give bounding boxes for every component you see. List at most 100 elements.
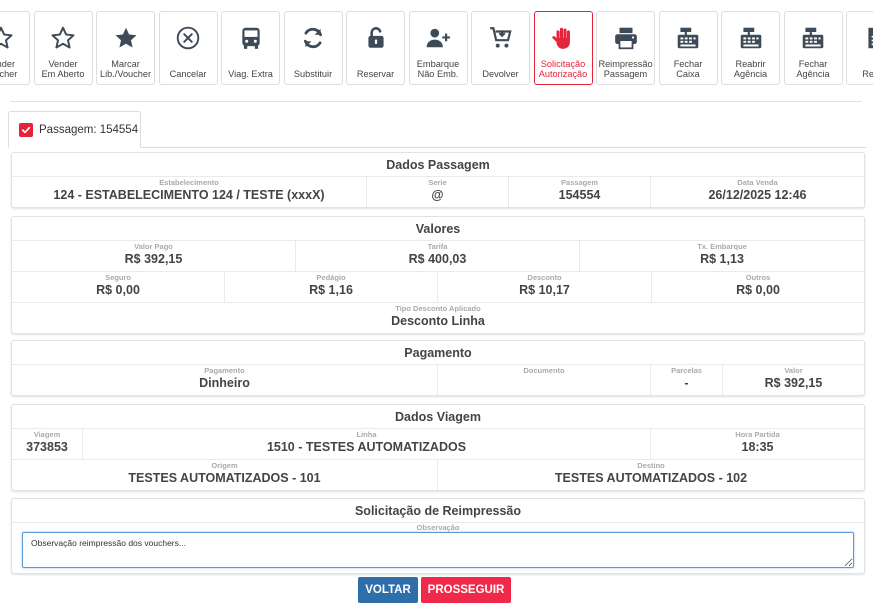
cart-return-icon xyxy=(488,24,514,52)
valor-value: R$ 392,15 xyxy=(764,376,823,390)
fechar-agencia-label: Fechar Agência xyxy=(796,59,830,79)
data-venda-caption: Data Venda xyxy=(737,178,778,187)
estabelecimento-field: Estabelecimento 124 - ESTABELECIMENTO 12… xyxy=(12,177,367,207)
vender-voucher-label: Vender Voucher xyxy=(0,59,18,79)
valores-row-1: Valor Pago R$ 392,15 Tarifa R$ 400,03 Tx… xyxy=(12,241,864,272)
reimpressao-passagem-label: Reimpressão Passagem xyxy=(598,59,653,79)
solicitacao-autorizacao-button[interactable]: Solicitação Autorização xyxy=(533,11,593,85)
substituir-button[interactable]: Substituir xyxy=(283,11,343,85)
outros-caption: Outros xyxy=(745,273,771,282)
reimpressao-title: Solicitação de Reimpressão xyxy=(12,499,864,523)
viagem-caption: Viagem xyxy=(33,430,61,439)
viagem-field: Viagem 373853 xyxy=(12,429,83,459)
valor-pago-value: R$ 392,15 xyxy=(124,252,183,266)
passagem-value: 154554 xyxy=(558,188,601,202)
tipo-desconto-field: Tipo Desconto Aplicado Desconto Linha xyxy=(12,303,864,333)
bus-icon xyxy=(238,24,264,52)
pedagio-value: R$ 1,16 xyxy=(309,283,353,297)
action-toolbar: Vender Voucher Vender Em Aberto Marcar L… xyxy=(0,11,873,85)
valores-row-2: Seguro R$ 0,00 Pedágio R$ 1,16 Desconto … xyxy=(12,272,864,303)
toolbar-divider xyxy=(10,101,862,102)
tab-bar: Passagem: 154554 xyxy=(8,111,866,148)
cash-register-icon xyxy=(738,24,764,52)
hora-partida-caption: Hora Partida xyxy=(735,430,780,439)
parcelas-value: - xyxy=(684,376,689,390)
reabrir-agencia-label: Reabrir Agência xyxy=(733,59,768,79)
dados-viagem-panel: Dados Viagem Viagem 373853 Linha 1510 - … xyxy=(11,404,865,491)
pagamento-title: Pagamento xyxy=(12,341,864,365)
valor-field: Valor R$ 392,15 xyxy=(723,365,864,395)
voltar-button[interactable]: VOLTAR xyxy=(358,577,418,603)
valor-pago-caption: Valor Pago xyxy=(134,242,173,251)
destino-value: TESTES AUTOMATIZADOS - 102 xyxy=(554,471,748,485)
reimpressao-passagem-button[interactable]: Reimpressão Passagem xyxy=(596,11,655,85)
observacao-field: Observação Observação reimpressão dos vo… xyxy=(12,523,864,573)
desconto-caption: Desconto xyxy=(527,273,562,282)
vender-voucher-button[interactable]: Vender Voucher xyxy=(0,11,30,85)
embarque-nao-emb-button[interactable]: Embarque Não Emb. xyxy=(408,11,468,85)
seguro-value: R$ 0,00 xyxy=(96,283,140,297)
estabelecimento-value: 124 - ESTABELECIMENTO 124 / TESTE (xxxX) xyxy=(53,188,325,202)
devolver-label: Devolver xyxy=(482,69,519,79)
vender-em-aberto-button[interactable]: Vender Em Aberto xyxy=(33,11,93,85)
pagamento-row: Pagamento Dinheiro Documento Parcelas - … xyxy=(12,365,864,395)
pagamento-panel: Pagamento Pagamento Dinheiro Documento P… xyxy=(11,340,865,396)
viagem-value: 373853 xyxy=(26,440,68,454)
viag-extra-label: Viag. Extra xyxy=(228,69,273,79)
solicitacao-autorizacao-label: Solicitação Autorização xyxy=(538,59,588,79)
pagamento-caption: Pagamento xyxy=(204,366,245,375)
cancelar-button[interactable]: Cancelar xyxy=(158,11,218,85)
cash-register-icon xyxy=(800,24,826,52)
dados-passagem-panel: Dados Passagem Estabelecimento 124 - EST… xyxy=(11,152,865,208)
relatorio-button[interactable]: Relató xyxy=(846,11,873,85)
observacao-caption: Observação xyxy=(416,523,460,532)
prosseguir-button[interactable]: PROSSEGUIR xyxy=(421,577,511,603)
star-outline-icon xyxy=(50,24,76,52)
viag-extra-button[interactable]: Viag. Extra xyxy=(221,11,280,85)
star-outline-icon xyxy=(0,24,14,52)
refresh-icon xyxy=(300,24,326,52)
unlock-icon xyxy=(363,24,389,52)
valores-row-3: Tipo Desconto Aplicado Desconto Linha xyxy=(12,303,864,333)
serie-value: @ xyxy=(431,188,444,202)
fechar-caixa-button[interactable]: Fechar Caixa xyxy=(658,11,718,85)
reabrir-agencia-button[interactable]: Reabrir Agência xyxy=(721,11,780,85)
origem-field: Origem TESTES AUTOMATIZADOS - 101 xyxy=(12,460,438,490)
vender-em-aberto-label: Vender Em Aberto xyxy=(41,59,85,79)
tipo-desconto-caption: Tipo Desconto Aplicado xyxy=(395,304,481,313)
fechar-agencia-button[interactable]: Fechar Agência xyxy=(783,11,843,85)
valores-title: Valores xyxy=(12,217,864,241)
linha-field: Linha 1510 - TESTES AUTOMATIZADOS xyxy=(83,429,651,459)
reservar-button[interactable]: Reservar xyxy=(346,11,405,85)
tarifa-caption: Tarifa xyxy=(427,242,448,251)
dados-passagem-row: Estabelecimento 124 - ESTABELECIMENTO 12… xyxy=(12,177,864,207)
star-solid-icon xyxy=(113,24,139,52)
outros-field: Outros R$ 0,00 xyxy=(652,272,864,302)
observacao-textarea[interactable]: Observação reimpressão dos vouchers... xyxy=(22,532,854,568)
check-icon[interactable] xyxy=(19,122,33,137)
tarifa-value: R$ 400,03 xyxy=(408,252,467,266)
circle-x-icon xyxy=(175,24,201,52)
estabelecimento-caption: Estabelecimento xyxy=(159,178,219,187)
desconto-value: R$ 10,17 xyxy=(519,283,570,297)
serie-field: Serie @ xyxy=(367,177,509,207)
embarque-nao-emb-label: Embarque Não Emb. xyxy=(416,59,460,79)
destino-field: Destino TESTES AUTOMATIZADOS - 102 xyxy=(438,460,864,490)
passagem-field: Passagem 154554 xyxy=(509,177,651,207)
relatorio-label: Relató xyxy=(862,69,873,79)
marcar-lib-voucher-label: Marcar Lib./Voucher xyxy=(99,59,152,79)
hand-stop-icon xyxy=(550,24,576,52)
parcelas-field: Parcelas - xyxy=(651,365,723,395)
documento-caption: Documento xyxy=(523,366,565,375)
desconto-field: Desconto R$ 10,17 xyxy=(438,272,652,302)
user-plus-icon xyxy=(425,24,451,52)
fechar-caixa-label: Fechar Caixa xyxy=(673,59,703,79)
printer-icon xyxy=(613,24,639,52)
devolver-button[interactable]: Devolver xyxy=(471,11,530,85)
tx-embarque-caption: Tx. Embarque xyxy=(697,242,747,251)
hora-partida-value: 18:35 xyxy=(741,440,774,454)
dados-viagem-row-2: Origem TESTES AUTOMATIZADOS - 101 Destin… xyxy=(12,460,864,490)
tab-passagem[interactable]: Passagem: 154554 xyxy=(8,111,141,148)
marcar-lib-voucher-button[interactable]: Marcar Lib./Voucher xyxy=(96,11,155,85)
tab-passagem-label: Passagem: 154554 xyxy=(39,123,139,136)
